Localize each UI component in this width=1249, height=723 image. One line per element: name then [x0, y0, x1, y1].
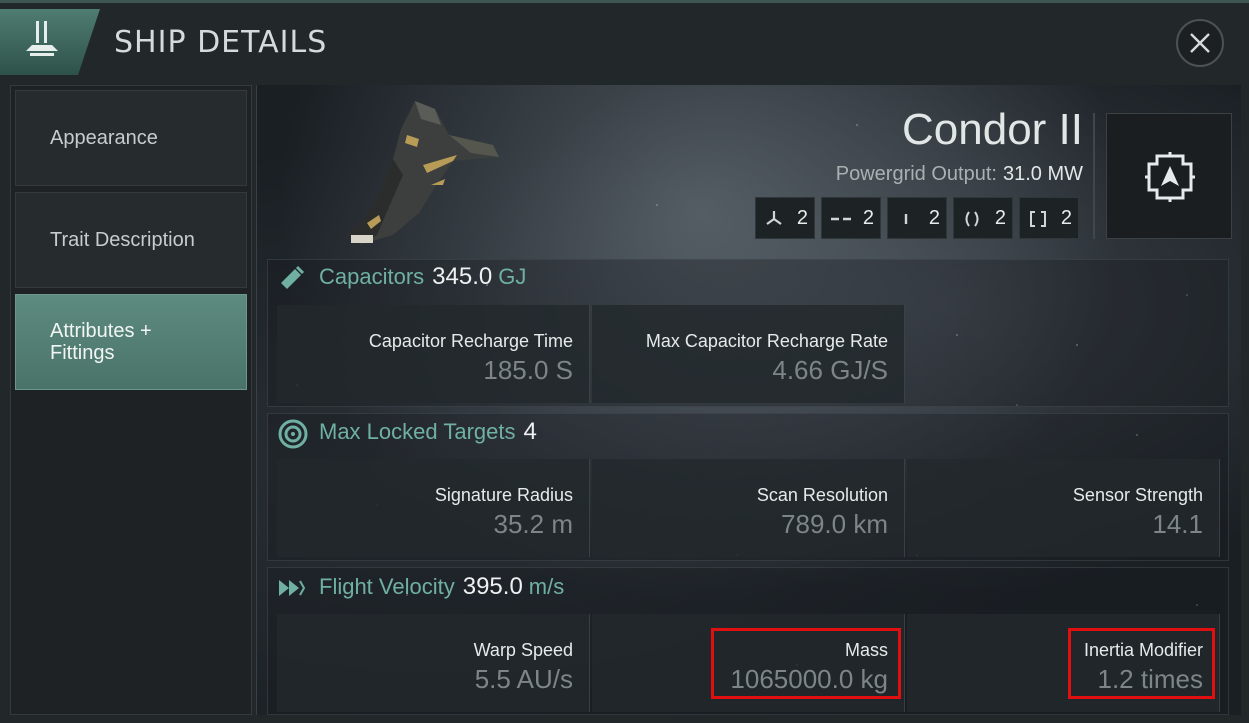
slot-rig: 2 — [953, 197, 1013, 239]
powergrid-label: Powergrid Output: — [835, 163, 997, 185]
fitting-icon — [1145, 152, 1195, 202]
stat-label: Max Capacitor Recharge Rate — [645, 331, 888, 351]
stat-label: Capacitor Recharge Time — [368, 331, 573, 351]
dash-icon — [831, 217, 851, 221]
stat-value: 4.66 GJ/S — [772, 355, 888, 385]
stat-cell: Warp Speed 5.5 AU/s — [277, 614, 590, 712]
bracket-icon — [1030, 211, 1046, 227]
close-button[interactable] — [1176, 19, 1224, 67]
slot-count: 2 — [862, 207, 874, 229]
stat-value: 14.1 — [1152, 509, 1203, 539]
paren-icon — [965, 211, 979, 227]
stat-value: 185.0 S — [483, 355, 573, 385]
section-title: Capacitors — [319, 264, 425, 289]
highlight-box — [1068, 628, 1215, 699]
ship-render — [347, 101, 499, 245]
stat-cell: Signature Radius 35.2 m — [277, 459, 590, 557]
sidebar-item-label: Attributes + Fittings — [50, 320, 152, 364]
close-icon — [1190, 33, 1210, 53]
slot-mid: 2 — [821, 197, 881, 239]
section-value: 4 — [523, 418, 537, 445]
target-icon — [278, 419, 308, 449]
section-unit: GJ — [498, 264, 527, 289]
section-value: 345.0 — [432, 263, 493, 290]
section-value: 395.0 — [462, 573, 523, 600]
stat-label: Sensor Strength — [1072, 485, 1203, 505]
sidebar-item-appearance[interactable]: Appearance — [15, 90, 247, 186]
fast-forward-icon — [279, 580, 306, 596]
slot-count: 2 — [796, 207, 808, 229]
slot-subsystem: 2 — [1019, 197, 1079, 239]
slot-high: 2 — [755, 197, 815, 239]
stat-cell: Capacitor Recharge Time 185.0 S — [277, 305, 590, 403]
stat-cell: Scan Resolution 789.0 km — [592, 459, 905, 557]
capacitor-icon — [281, 265, 305, 289]
sidebar-item-label: Appearance — [50, 127, 158, 149]
slot-count: 2 — [1060, 207, 1072, 229]
stat-label: Signature Radius — [434, 485, 573, 505]
slot-low: 2 — [887, 197, 947, 239]
ship-attributes-panel: Condor II Powergrid Output:31.0 MW 2 2 — [256, 85, 1241, 715]
stat-value: 5.5 AU/s — [474, 664, 573, 694]
header-bar: SHIP DETAILS — [0, 3, 1249, 81]
stat-cell: Sensor Strength 14.1 — [907, 459, 1220, 557]
stat-label: Scan Resolution — [756, 485, 888, 505]
powergrid-output: Powergrid Output: 31.0 MW — [836, 163, 1083, 186]
bar-icon — [904, 214, 908, 224]
ship-name: Condor II — [902, 105, 1083, 154]
sidebar-item-attributes-fittings[interactable]: Attributes + Fittings — [15, 294, 247, 390]
slot-count: 2 — [994, 207, 1006, 229]
section-title: Max Locked Targets — [319, 419, 516, 444]
section-unit: m/s — [528, 574, 565, 599]
stat-value: 35.2 m — [493, 509, 574, 539]
divider — [1093, 113, 1095, 239]
slot-count: 2 — [928, 207, 940, 229]
ship-details-window: SHIP DETAILS Appearance Trait Descriptio… — [0, 0, 1249, 723]
fitting-button[interactable] — [1106, 113, 1232, 239]
powergrid-value: 31.0 MW — [1002, 163, 1083, 185]
sidebar-item-label: Trait Description — [50, 229, 195, 251]
highlight-box — [711, 628, 901, 699]
stat-label: Warp Speed — [473, 640, 573, 660]
sidebar-item-trait-description[interactable]: Trait Description — [15, 192, 247, 288]
page-title: SHIP DETAILS — [114, 25, 328, 60]
ship-class-icon — [26, 21, 58, 56]
stat-value: 789.0 km — [781, 509, 888, 539]
sidebar: Appearance Trait Description Attributes … — [10, 85, 252, 715]
tri-blade-icon — [766, 211, 782, 225]
stat-cell: Max Capacitor Recharge Rate 4.66 GJ/S — [592, 305, 905, 403]
section-title: Flight Velocity — [319, 574, 455, 599]
